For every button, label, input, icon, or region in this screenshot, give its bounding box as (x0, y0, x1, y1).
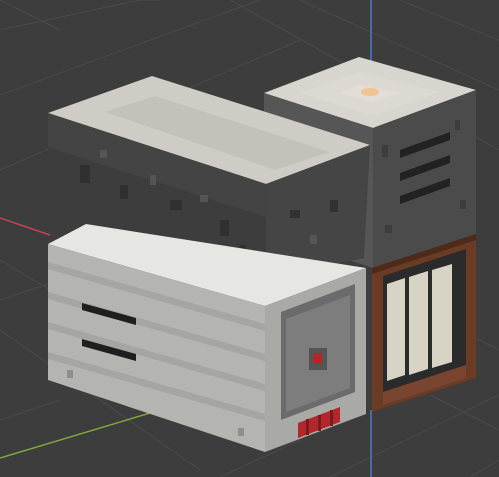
3d-viewport[interactable] (0, 0, 499, 477)
cabinet-top-light (361, 88, 379, 96)
viewport-canvas[interactable] (0, 0, 499, 477)
glass-panel-1 (387, 278, 405, 381)
y-axis-line (0, 409, 161, 459)
glass-panel-2 (409, 271, 428, 375)
glass-panel-3 (432, 264, 452, 368)
x-axis-line (0, 217, 51, 236)
